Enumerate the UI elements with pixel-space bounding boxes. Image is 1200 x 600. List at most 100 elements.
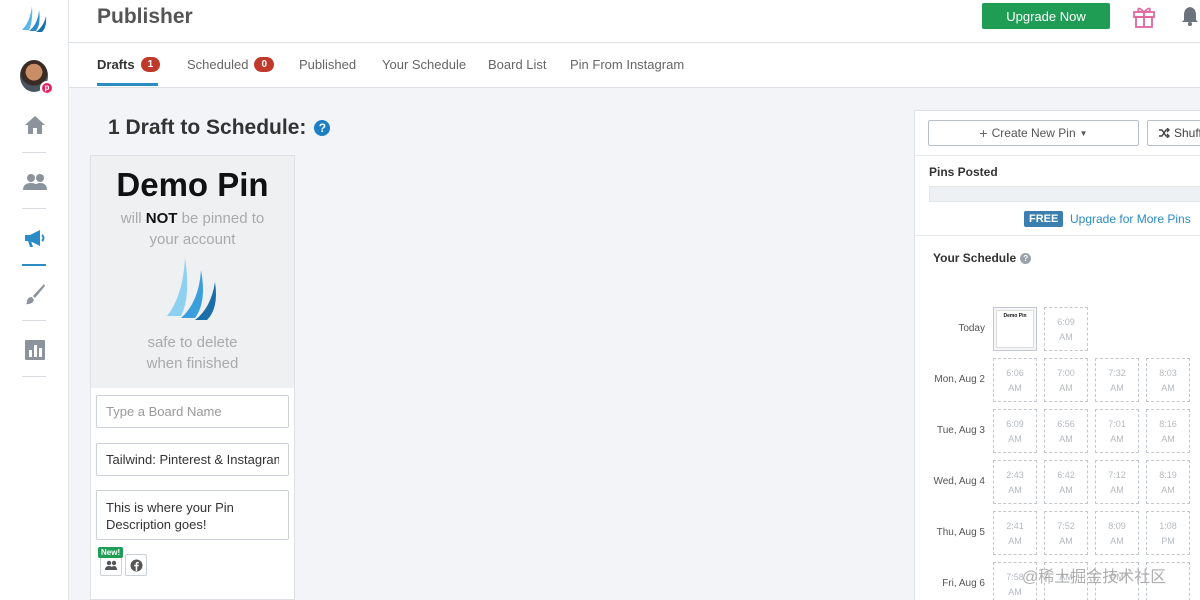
drafts-heading: 1 Draft to Schedule: ? [108, 116, 331, 140]
time-slot-time: 7:32 [1108, 368, 1126, 378]
tab-pin-from-instagram[interactable]: Pin From Instagram [570, 57, 684, 72]
time-slot-meridiem: AM [1059, 434, 1073, 444]
pin-note-line1: will NOT be pinned to [120, 210, 265, 227]
time-slot-time: 2:43 [1006, 470, 1024, 480]
time-slot[interactable]: 6:09 AM [993, 409, 1037, 453]
schedule-day-label: Fri, Aug 6 [942, 578, 985, 589]
tab-bar: Drafts 1 Scheduled 0 Published Your Sche… [69, 43, 1200, 88]
schedule-day-label: Tue, Aug 3 [937, 425, 985, 436]
gift-icon[interactable] [1132, 4, 1156, 28]
time-slot[interactable]: 6:09 AM [1044, 307, 1088, 351]
time-slot-time: 2:41 [1006, 521, 1024, 531]
time-slot-meridiem: AM [1110, 434, 1124, 444]
time-slot[interactable]: 6:56 AM [1044, 409, 1088, 453]
help-icon[interactable]: ? [314, 120, 331, 136]
nav-divider [22, 208, 46, 209]
create-new-pin-label: Create New Pin [991, 126, 1076, 140]
tab-label: Pin From Instagram [570, 57, 685, 72]
time-slot-meridiem: AM [1059, 383, 1073, 393]
time-slot-meridiem: AM [1059, 536, 1073, 546]
time-slot-meridiem: AM [1059, 332, 1073, 342]
pin-image[interactable]: Demo Pin will NOT be pinned to your acco… [91, 156, 294, 388]
scheduled-pin-thumbnail[interactable]: Demo Pin [993, 307, 1037, 351]
time-slot-time: 1:08 [1159, 521, 1177, 531]
nav-active-indicator [22, 264, 46, 266]
time-slot-time: 7:00 [1057, 368, 1075, 378]
time-slot-meridiem: AM [1008, 536, 1022, 546]
nav-divider [22, 376, 46, 377]
time-slot-time: 6:09 [1057, 317, 1075, 327]
tab-scheduled[interactable]: Scheduled 0 [187, 57, 275, 72]
time-slot-time: 8:16 [1159, 419, 1177, 429]
time-slot-meridiem: AM [1161, 434, 1175, 444]
tab-label: Scheduled [187, 57, 249, 72]
your-schedule-label: Your Schedule [933, 251, 1017, 265]
sail-logo-icon [167, 258, 216, 320]
time-slot-time: 7:52 [1057, 521, 1075, 531]
help-icon[interactable]: ? [1020, 252, 1032, 264]
time-slot-time: 7:12 [1108, 470, 1126, 480]
free-badge: FREE [1024, 211, 1064, 227]
nav-divider [22, 320, 46, 321]
time-slot-meridiem: AM [1008, 434, 1022, 444]
tab-published[interactable]: Published [299, 57, 356, 72]
time-slot[interactable]: 6:06 AM [993, 358, 1037, 402]
time-slot[interactable]: 2:41 AM [993, 511, 1037, 555]
time-slot-meridiem: AM [1110, 383, 1124, 393]
time-slot[interactable]: 1:08 PM [1146, 511, 1190, 555]
shuffle-label: Shuffle [1174, 126, 1200, 140]
bar-chart-icon[interactable] [22, 337, 48, 363]
time-slot-meridiem: AM [1161, 485, 1175, 495]
time-slot[interactable]: 8:03 AM [1146, 358, 1190, 402]
schedule-day-label: Wed, Aug 4 [933, 476, 985, 487]
schedule-panel: + Create New Pin ▼ Shuffle Pins Posted F… [914, 110, 1200, 600]
board-select-input[interactable] [96, 443, 289, 476]
time-slot[interactable]: 6:42 AM [1044, 460, 1088, 504]
pins-posted-progress [929, 186, 1200, 202]
time-slot-meridiem: AM [1161, 383, 1175, 393]
drafts-heading-text: 1 Draft to Schedule: [108, 116, 307, 139]
megaphone-icon[interactable] [22, 225, 48, 251]
pin-note-line2: your account [149, 231, 236, 248]
time-slot[interactable]: 7:12 AM [1095, 460, 1139, 504]
home-icon[interactable] [22, 112, 48, 138]
tab-drafts[interactable]: Drafts 1 [97, 57, 161, 72]
time-slot-meridiem: PM [1161, 536, 1175, 546]
time-slot[interactable]: 2:43 AM [993, 460, 1037, 504]
sail-logo-icon[interactable] [20, 4, 48, 34]
create-new-pin-button[interactable]: + Create New Pin ▼ [928, 120, 1139, 146]
time-slot-time: 6:42 [1057, 470, 1075, 480]
time-slot-time: 6:09 [1006, 419, 1024, 429]
brush-icon[interactable] [22, 281, 48, 307]
new-badge: New! [98, 547, 124, 558]
bell-icon[interactable] [1181, 6, 1199, 26]
tab-board-list[interactable]: Board List [488, 57, 547, 72]
time-slot[interactable]: 8:19 AM [1146, 460, 1190, 504]
shuffle-button[interactable]: Shuffle [1147, 120, 1200, 146]
upgrade-more-pins-link[interactable]: Upgrade for More Pins [1070, 212, 1191, 226]
caret-down-icon: ▼ [1079, 128, 1088, 138]
time-slot-meridiem: AM [1059, 485, 1073, 495]
shuffle-icon [1159, 128, 1170, 138]
pin-title: Demo Pin [116, 166, 269, 203]
plus-icon: + [979, 125, 988, 141]
time-slot[interactable]: 8:09 AM [1095, 511, 1139, 555]
pin-note-line4: when finished [146, 355, 239, 372]
time-slot[interactable]: 7:52 AM [1044, 511, 1088, 555]
upgrade-now-button[interactable]: Upgrade Now [982, 3, 1110, 29]
pin-description-textarea[interactable]: This is where your Pin Description goes! [96, 490, 289, 540]
time-slot-time: 8:03 [1159, 368, 1177, 378]
time-slot-time: 7:01 [1108, 419, 1126, 429]
panel-divider [915, 235, 1200, 236]
time-slot[interactable]: 7:00 AM [1044, 358, 1088, 402]
time-slot[interactable]: 7:32 AM [1095, 358, 1139, 402]
time-slot[interactable]: 7:01 AM [1095, 409, 1139, 453]
time-slot[interactable]: 8:16 AM [1146, 409, 1190, 453]
users-icon[interactable] [22, 169, 48, 195]
tab-your-schedule[interactable]: Your Schedule [382, 57, 466, 72]
facebook-button[interactable] [125, 554, 147, 576]
tab-label: Your Schedule [382, 57, 467, 72]
avatar[interactable]: p [20, 60, 54, 95]
schedule-day-label: Today [958, 323, 985, 334]
board-name-input[interactable] [96, 395, 289, 428]
